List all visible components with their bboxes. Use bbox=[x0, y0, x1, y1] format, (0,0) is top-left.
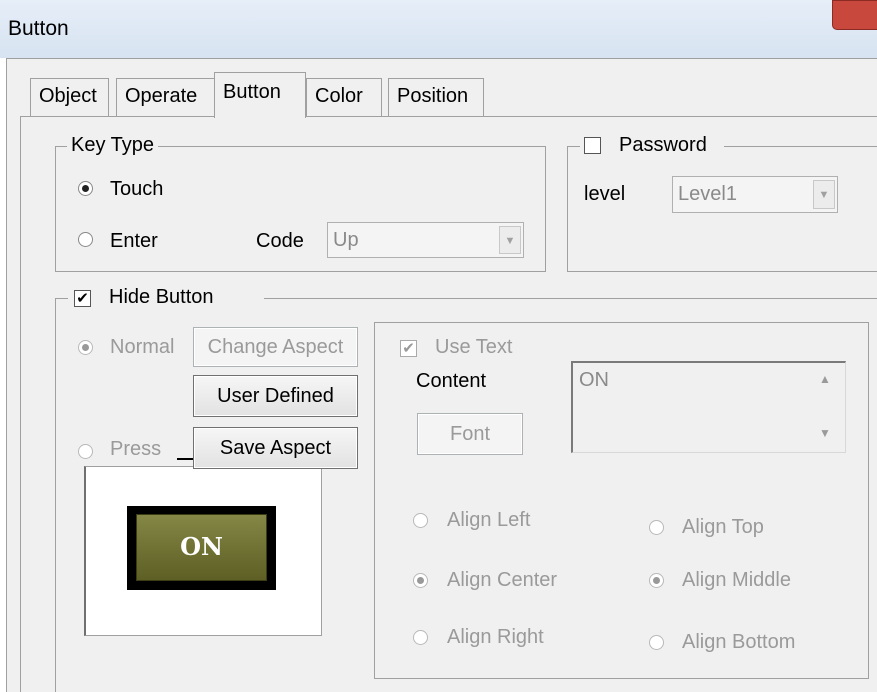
save-aspect-button[interactable]: Save Aspect bbox=[193, 427, 358, 469]
align-middle-label: Align Middle bbox=[682, 569, 791, 591]
align-left-label: Align Left bbox=[447, 509, 531, 531]
level-label: level bbox=[584, 183, 626, 205]
scroll-down-icon[interactable]: ▼ bbox=[819, 426, 831, 440]
tab-button-label: Button bbox=[223, 81, 281, 103]
align-right-label: Align Right bbox=[447, 626, 544, 648]
font-button[interactable]: Font bbox=[417, 413, 523, 455]
chevron-down-icon: ▼ bbox=[813, 180, 835, 209]
tab-button[interactable]: Button bbox=[214, 72, 306, 118]
key-type-label: Key Type bbox=[67, 134, 159, 157]
content-label: Content bbox=[416, 370, 487, 392]
code-select[interactable]: Up ▼ bbox=[327, 222, 524, 258]
tab-object-label: Object bbox=[39, 85, 97, 107]
align-middle-radio[interactable] bbox=[649, 573, 664, 588]
align-bottom-label: Align Bottom bbox=[682, 631, 796, 653]
password-checkbox[interactable] bbox=[584, 137, 601, 154]
window-title: Button bbox=[8, 17, 69, 40]
scroll-up-icon[interactable]: ▲ bbox=[819, 372, 831, 386]
title-bar bbox=[0, 0, 877, 58]
align-top-label: Align Top bbox=[682, 516, 764, 538]
tab-position-label: Position bbox=[397, 85, 469, 107]
press-label: Press bbox=[110, 438, 162, 460]
level-select[interactable]: Level1 ▼ bbox=[672, 176, 838, 213]
tab-operate-label: Operate bbox=[125, 85, 198, 107]
user-defined-button[interactable]: User Defined bbox=[193, 375, 358, 417]
normal-radio[interactable] bbox=[78, 340, 93, 355]
password-label: Password bbox=[619, 134, 707, 156]
tab-color[interactable]: Color bbox=[306, 78, 382, 116]
change-aspect-button[interactable]: Change Aspect bbox=[193, 327, 358, 367]
normal-label: Normal bbox=[110, 336, 175, 358]
touch-label: Touch bbox=[110, 178, 164, 200]
press-underline bbox=[177, 458, 193, 460]
tab-operate[interactable]: Operate bbox=[116, 78, 216, 116]
code-select-value: Up bbox=[333, 229, 359, 251]
tab-color-label: Color bbox=[315, 85, 363, 107]
press-radio[interactable] bbox=[78, 444, 93, 459]
touch-radio[interactable] bbox=[78, 181, 93, 196]
align-left-radio[interactable] bbox=[413, 513, 428, 528]
preview-button-face: ON bbox=[136, 514, 267, 581]
use-text-checkbox[interactable]: ✔ bbox=[400, 340, 417, 357]
hide-button-label: Hide Button bbox=[109, 286, 214, 308]
code-label: Code bbox=[256, 230, 304, 252]
hide-button-checkbox[interactable]: ✔ bbox=[74, 290, 91, 307]
close-button[interactable]: X bbox=[832, 0, 877, 30]
enter-radio[interactable] bbox=[78, 232, 93, 247]
align-top-radio[interactable] bbox=[649, 520, 664, 535]
tab-object[interactable]: Object bbox=[30, 78, 109, 116]
level-select-value: Level1 bbox=[678, 183, 737, 205]
align-center-label: Align Center bbox=[447, 569, 558, 591]
content-textarea[interactable]: ON bbox=[571, 361, 846, 453]
align-bottom-radio[interactable] bbox=[649, 635, 664, 650]
content-value: ON bbox=[579, 369, 609, 391]
align-center-radio[interactable] bbox=[413, 573, 428, 588]
chevron-down-icon: ▼ bbox=[499, 226, 521, 254]
enter-label: Enter bbox=[110, 230, 158, 252]
tab-position[interactable]: Position bbox=[388, 78, 484, 116]
align-right-radio[interactable] bbox=[413, 630, 428, 645]
content-scrollbar[interactable]: ▲ ▼ bbox=[810, 364, 843, 450]
use-text-label: Use Text bbox=[435, 336, 513, 358]
